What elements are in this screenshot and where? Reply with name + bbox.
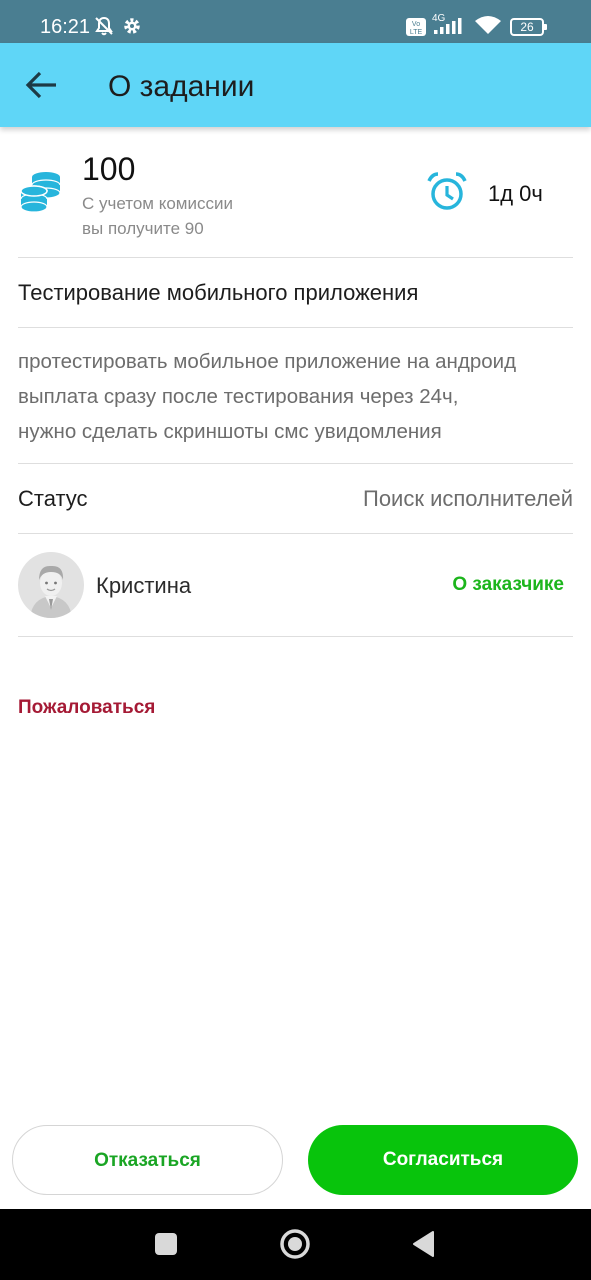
divider bbox=[18, 257, 573, 258]
signal-strength-icon bbox=[434, 18, 462, 34]
task-description-line: выплата сразу после тестирования через 2… bbox=[18, 385, 459, 408]
accept-button[interactable]: Согласиться bbox=[308, 1125, 578, 1195]
status-time: 16:21 bbox=[40, 16, 91, 38]
user-avatar-icon bbox=[30, 565, 72, 618]
customer-avatar[interactable] bbox=[18, 552, 84, 618]
wifi-icon bbox=[475, 16, 501, 34]
status-bar: 16:21 Vo LTE 4G 26 bbox=[0, 0, 591, 43]
decline-button[interactable]: Отказаться bbox=[12, 1125, 283, 1195]
recent-apps-icon[interactable] bbox=[154, 1232, 178, 1256]
coins-stack-icon bbox=[20, 172, 61, 213]
svg-text:LTE: LTE bbox=[410, 29, 423, 36]
back-arrow-icon[interactable] bbox=[22, 65, 62, 105]
battery-indicator: 26 bbox=[510, 18, 547, 36]
time-left: 1д 0ч bbox=[488, 181, 543, 206]
task-title: Тестирование мобильного приложения bbox=[18, 280, 419, 305]
divider bbox=[18, 327, 573, 328]
settings-gear-icon bbox=[124, 18, 140, 34]
divider bbox=[18, 533, 573, 534]
divider bbox=[18, 636, 573, 637]
volte-icon: Vo LTE bbox=[406, 18, 426, 36]
task-description-line: протестировать мобильное приложение на а… bbox=[18, 350, 517, 373]
commission-note: С учетом комиссии bbox=[82, 194, 233, 213]
home-icon[interactable] bbox=[279, 1228, 311, 1260]
status-label: Статус bbox=[18, 486, 88, 511]
divider bbox=[18, 463, 573, 464]
notifications-muted-icon bbox=[95, 16, 113, 36]
customer-name: Кристина bbox=[96, 573, 192, 598]
page-title: О задании bbox=[108, 70, 255, 103]
app-bar: О задании bbox=[0, 43, 591, 127]
back-nav-icon[interactable] bbox=[411, 1230, 437, 1258]
task-description-line: нужно сделать скриншоты смс увидомления bbox=[18, 420, 442, 443]
customer-info-link[interactable]: О заказчике bbox=[452, 574, 564, 596]
status-value: Поиск исполнителей bbox=[363, 486, 573, 511]
system-nav-bar bbox=[0, 1209, 591, 1280]
report-link[interactable]: Пожаловаться bbox=[18, 697, 155, 719]
task-price: 100 bbox=[82, 151, 136, 187]
payout-note: вы получите 90 bbox=[82, 219, 204, 238]
alarm-clock-icon bbox=[427, 172, 467, 210]
svg-text:Vo: Vo bbox=[412, 21, 420, 28]
